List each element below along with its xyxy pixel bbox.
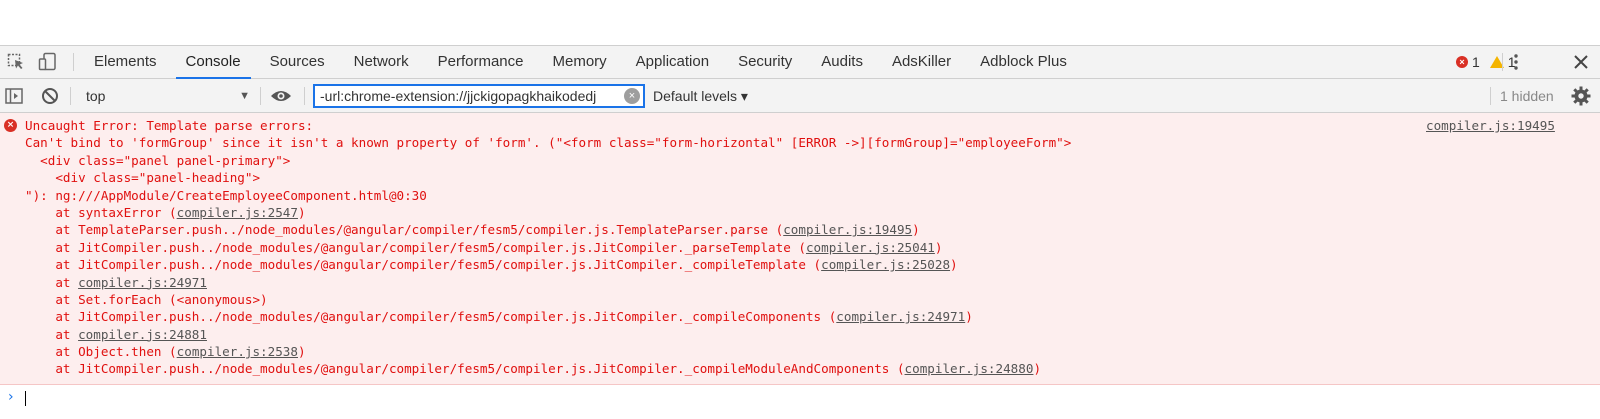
issue-counts[interactable]: × 1 1 [1456, 46, 1516, 78]
tab-performance[interactable]: Performance [428, 46, 534, 78]
toolbar-separator [1490, 87, 1491, 105]
hidden-count: 1 hidden [1500, 88, 1554, 104]
error-line-suffix: ) [297, 344, 306, 360]
tab-adblock-plus[interactable]: Adblock Plus [970, 46, 1077, 78]
error-line-text: at JitCompiler.push../node_modules/@angu… [25, 239, 806, 255]
error-line-text: Can't bind to 'formGroup' since it isn't… [25, 135, 1072, 151]
prompt-chevron-icon: › [8, 389, 14, 405]
kebab-menu-icon[interactable] [1508, 52, 1524, 72]
error-line-text: <div class="panel panel-primary"> [25, 152, 291, 168]
devtools-tabbar: Elements Console Sources Network Perform… [0, 45, 1600, 79]
error-line-text: at TemplateParser.push../node_modules/@a… [25, 222, 784, 238]
error-line-suffix: ) [297, 204, 306, 220]
error-line-text: at syntaxError ( [25, 204, 177, 220]
inspect-icon[interactable] [6, 53, 26, 71]
settings-icon[interactable] [1570, 85, 1592, 107]
filter-value: -url:chrome-extension://jjckigopagkhaiko… [320, 88, 597, 104]
error-line-text: at [25, 274, 79, 290]
error-line: <div class="panel panel-primary"> [25, 152, 1071, 169]
tab-application[interactable]: Application [626, 46, 719, 78]
console-error-message: × Uncaught Error: Template parse errors:… [0, 113, 1600, 385]
tab-adskiller[interactable]: AdsKiller [882, 46, 961, 78]
tabbar-separator [1502, 53, 1503, 71]
error-line: at JitCompiler.push../node_modules/@angu… [25, 239, 1071, 256]
error-line: <div class="panel-heading"> [25, 169, 1071, 186]
text-cursor [25, 391, 26, 406]
toolbar-separator [304, 87, 305, 105]
tab-elements[interactable]: Elements [84, 46, 167, 78]
tab-sources[interactable]: Sources [260, 46, 335, 78]
error-count: 1 [1472, 54, 1480, 70]
error-line-text: at [25, 326, 79, 342]
error-line-text: <div class="panel-heading"> [25, 170, 261, 186]
error-line-suffix: ) [950, 257, 958, 273]
panel-tabs: Elements Console Sources Network Perform… [84, 46, 1086, 79]
close-icon[interactable] [1572, 53, 1590, 71]
tab-security[interactable]: Security [728, 46, 802, 78]
filter-input[interactable]: -url:chrome-extension://jjckigopagkhaiko… [313, 84, 645, 108]
console-toolbar: top ▼ -url:chrome-extension://jjckigopag… [0, 79, 1600, 113]
error-line-text: "): ng:///AppModule/CreateEmployeeCompon… [25, 187, 427, 203]
tab-audits[interactable]: Audits [811, 46, 873, 78]
error-line: at Set.forEach (<anonymous>) [25, 291, 1071, 308]
toolbar-separator [70, 87, 71, 105]
error-line-text: at JitCompiler.push../node_modules/@angu… [25, 361, 905, 377]
error-line: at JitCompiler.push../node_modules/@angu… [25, 308, 1071, 325]
error-line: at syntaxError (compiler.js:2547) [25, 204, 1071, 221]
live-expression-icon[interactable] [269, 86, 293, 106]
error-line: at TemplateParser.push../node_modules/@a… [25, 221, 1071, 238]
error-line-suffix: ) [1033, 361, 1042, 377]
error-line-suffix: ) [965, 309, 973, 325]
error-line: "): ng:///AppModule/CreateEmployeeCompon… [25, 187, 1071, 204]
error-line-text: at Set.forEach (<anonymous>) [25, 291, 268, 307]
context-value: top [86, 88, 106, 104]
stack-source-link[interactable]: compiler.js:24971 [78, 275, 207, 290]
clear-filter-icon[interactable]: × [624, 88, 640, 104]
console-prompt[interactable]: › [0, 386, 1600, 410]
stack-source-link[interactable]: compiler.js:19495 [783, 222, 912, 237]
error-line-suffix: ) [912, 222, 920, 238]
error-line: at Object.then (compiler.js:2538) [25, 343, 1071, 360]
error-line: at JitCompiler.push../node_modules/@angu… [25, 256, 1071, 273]
tabbar-separator [73, 53, 74, 71]
error-stack: Uncaught Error: Template parse errors: Ca… [25, 117, 1071, 378]
error-line: Uncaught Error: Template parse errors: [25, 117, 1071, 134]
context-selector[interactable]: top ▼ [76, 85, 254, 107]
stack-source-link[interactable]: compiler.js:2547 [177, 205, 298, 220]
error-line-suffix: ) [934, 239, 943, 255]
tab-network[interactable]: Network [344, 46, 419, 78]
error-line-text: at JitCompiler.push../node_modules/@angu… [25, 309, 837, 325]
stack-source-link[interactable]: compiler.js:2538 [177, 344, 298, 359]
clear-console-icon[interactable] [40, 86, 60, 106]
stack-source-link[interactable]: compiler.js:24881 [78, 327, 207, 342]
tab-console[interactable]: Console [175, 46, 251, 79]
sidebar-toggle-icon[interactable] [4, 86, 24, 106]
source-link[interactable]: compiler.js:19495 [1426, 117, 1555, 134]
stack-source-link[interactable]: compiler.js:25041 [806, 240, 935, 255]
error-line-text: at JitCompiler.push../node_modules/@angu… [25, 257, 822, 273]
error-icon: × [1456, 56, 1468, 68]
stack-source-link[interactable]: compiler.js:24971 [836, 309, 965, 324]
error-icon: × [4, 119, 17, 132]
tab-memory[interactable]: Memory [543, 46, 617, 78]
error-line: at compiler.js:24881 [25, 326, 1071, 343]
error-line-text: at Object.then ( [25, 344, 177, 360]
device-toggle-icon[interactable] [38, 52, 58, 72]
error-line: at compiler.js:24971 [25, 274, 1071, 291]
page-blank-area [0, 0, 1600, 45]
stack-source-link[interactable]: compiler.js:24880 [905, 361, 1034, 376]
error-line-text: Uncaught Error: Template parse errors: [25, 118, 314, 133]
stack-source-link[interactable]: compiler.js:25028 [821, 257, 950, 272]
toolbar-separator [260, 87, 261, 105]
error-line: at JitCompiler.push../node_modules/@angu… [25, 360, 1071, 377]
chevron-down-icon: ▼ [239, 90, 250, 102]
error-line: Can't bind to 'formGroup' since it isn't… [25, 134, 1071, 151]
log-levels-dropdown[interactable]: Default levels ▾ [653, 85, 748, 107]
